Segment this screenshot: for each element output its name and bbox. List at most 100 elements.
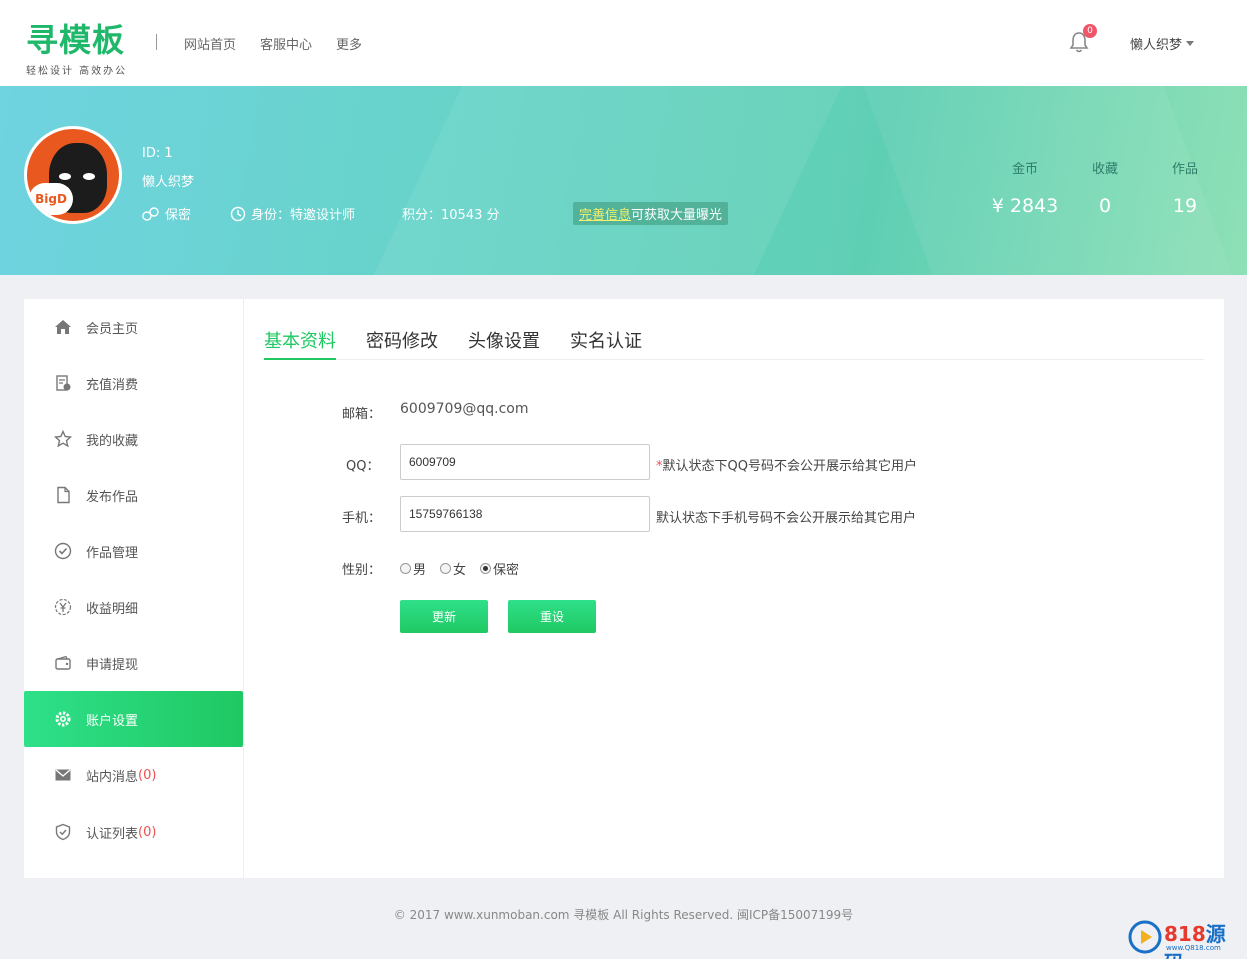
notification-badge: 0: [1083, 24, 1097, 38]
profile-banner: BigD ID: 1 懒人织梦 保密 身份：特邀设计师 积分：10543 分 完…: [0, 86, 1247, 275]
radio-button[interactable]: [400, 563, 411, 574]
settings-tabs: 基本资料 密码修改 头像设置 实名认证: [264, 327, 1204, 360]
gender-meta: 保密: [142, 204, 230, 223]
watermark-text: 818源码: [1164, 918, 1240, 959]
perfect-info-link[interactable]: 完善信息: [579, 208, 631, 223]
radio-label: 男: [413, 563, 427, 578]
qq-label: QQ：: [346, 459, 380, 474]
sidebar-item-label: 申请提现: [86, 657, 139, 673]
footer-copyright: © 2017 www.xunmoban.com 寻模板 All Rights R…: [393, 908, 854, 922]
sidebar-item-certifications[interactable]: 认证列表 (0): [24, 804, 243, 860]
perfect-info-tip: 完善信息可获取大量曝光: [573, 202, 729, 225]
phone-label: 手机：: [342, 511, 382, 526]
gender-label: 性别：: [342, 563, 382, 578]
nav-more[interactable]: 更多: [336, 34, 362, 53]
points-meta: 积分：10543 分: [402, 204, 500, 223]
watermark-number: 818: [1164, 922, 1206, 946]
sidebar-item-home[interactable]: 会员主页: [24, 299, 243, 355]
tab-real-name[interactable]: 实名认证: [570, 327, 642, 360]
shield-icon: [54, 823, 72, 841]
bill-icon: [54, 374, 72, 392]
watermark-url: www.Q818.com: [1166, 944, 1221, 952]
nav-service[interactable]: 客服中心: [260, 34, 312, 53]
phone-hint: 默认状态下手机号码不会公开展示给其它用户: [656, 511, 917, 526]
tab-password[interactable]: 密码修改: [366, 327, 438, 360]
user-id: ID: 1: [142, 146, 173, 161]
email-value: 6009709@qq.com: [400, 401, 529, 417]
sidebar-item-withdraw[interactable]: 申请提现: [24, 635, 243, 691]
home-icon: [54, 318, 72, 336]
qq-input[interactable]: [400, 444, 650, 480]
sidebar-item-publish[interactable]: 发布作品: [24, 467, 243, 523]
perfect-info-tail: 可获取大量曝光: [631, 208, 723, 223]
stat-favorites: 收藏 0: [1065, 158, 1145, 217]
avatar-eye: [83, 173, 95, 180]
gender-option-secret[interactable]: 保密: [480, 559, 519, 578]
sidebar-item-label: 收益明细: [86, 601, 139, 617]
gender-option-female[interactable]: 女: [440, 559, 466, 578]
user-info: ID: 1 懒人织梦: [142, 146, 194, 200]
gender-radio-group: 男 女 保密: [400, 559, 519, 578]
user-menu[interactable]: 懒人织梦: [1130, 34, 1195, 53]
user-stats: 金币 ¥ 2843 收藏 0 作品 19: [985, 158, 1225, 217]
sidebar-item-works[interactable]: 作品管理: [24, 523, 243, 579]
sidebar-item-messages[interactable]: 站内消息 (0): [24, 747, 243, 803]
mail-icon: [54, 766, 72, 784]
email-label: 邮箱：: [342, 407, 382, 422]
settings-content: 基本资料 密码修改 头像设置 实名认证 邮箱： 6009709@qq.com Q…: [264, 299, 1204, 878]
sidebar-item-label: 我的收藏: [86, 433, 139, 449]
stat-works: 作品 19: [1145, 158, 1225, 217]
user-meta: 保密 身份：特邀设计师 积分：10543 分: [142, 204, 500, 223]
sidebar-item-account-settings[interactable]: 账户设置: [24, 691, 243, 747]
stat-label: 收藏: [1091, 162, 1118, 177]
watermark-logo: 818源码 www.Q818.com: [1128, 918, 1240, 959]
clock-icon: [230, 206, 246, 221]
avatar-text: BigD: [29, 183, 73, 215]
identity-meta: 身份：特邀设计师: [230, 204, 402, 223]
top-nav: 网站首页 客服中心 更多: [184, 34, 362, 53]
tab-basic-info[interactable]: 基本资料: [264, 327, 336, 360]
file-icon: [54, 486, 72, 504]
stat-coins: 金币 ¥ 2843: [985, 158, 1065, 217]
header-divider: [156, 34, 157, 50]
sidebar-item-favorites[interactable]: 我的收藏: [24, 411, 243, 467]
phone-input[interactable]: [400, 496, 650, 532]
check-circle-icon: [54, 542, 72, 560]
wallet-icon: [54, 654, 72, 672]
stat-value: 0: [1098, 195, 1112, 217]
points-text: 积分：10543 分: [402, 208, 500, 223]
sidebar-item-label: 发布作品: [86, 489, 139, 505]
reset-button[interactable]: 重设: [508, 600, 596, 633]
nav-home[interactable]: 网站首页: [184, 34, 236, 53]
sidebar-item-income[interactable]: 收益明细: [24, 579, 243, 635]
sidebar-item-label: 账户设置: [86, 713, 139, 729]
gear-icon: [54, 710, 72, 728]
tab-avatar[interactable]: 头像设置: [468, 327, 540, 360]
message-count: (0): [138, 767, 157, 783]
chevron-down-icon: [1186, 41, 1195, 46]
logo-slogan: 轻松设计 高效办公: [26, 66, 128, 77]
play-icon: [1128, 920, 1162, 954]
stat-value: ¥ 2843: [991, 195, 1059, 217]
update-button[interactable]: 更新: [400, 600, 488, 633]
sidebar-item-label: 充值消费: [86, 377, 139, 393]
radio-button-selected[interactable]: [480, 563, 492, 574]
radio-label: 女: [453, 563, 467, 578]
top-header: 寻模板 轻松设计 高效办公 网站首页 客服中心 更多 0 懒人织梦: [0, 0, 1247, 86]
logo-title: 寻模板: [26, 21, 126, 59]
certification-count: (0): [138, 824, 157, 840]
sidebar-item-label: 会员主页: [86, 321, 139, 337]
gender-text: 保密: [165, 208, 192, 223]
sidebar-item-label: 认证列表: [86, 826, 139, 842]
radio-label: 保密: [493, 563, 520, 578]
sidebar-item-recharge[interactable]: 充值消费: [24, 355, 243, 411]
radio-button[interactable]: [440, 563, 452, 574]
avatar[interactable]: BigD: [24, 126, 122, 224]
avatar-eye: [59, 173, 71, 180]
site-logo[interactable]: 寻模板 轻松设计 高效办公: [26, 22, 127, 77]
banner-decoration: [359, 86, 861, 275]
yen-icon: [54, 598, 72, 616]
gender-option-male[interactable]: 男: [400, 559, 426, 578]
star-icon: [54, 430, 72, 448]
identity-text: 身份：特邀设计师: [251, 208, 356, 223]
